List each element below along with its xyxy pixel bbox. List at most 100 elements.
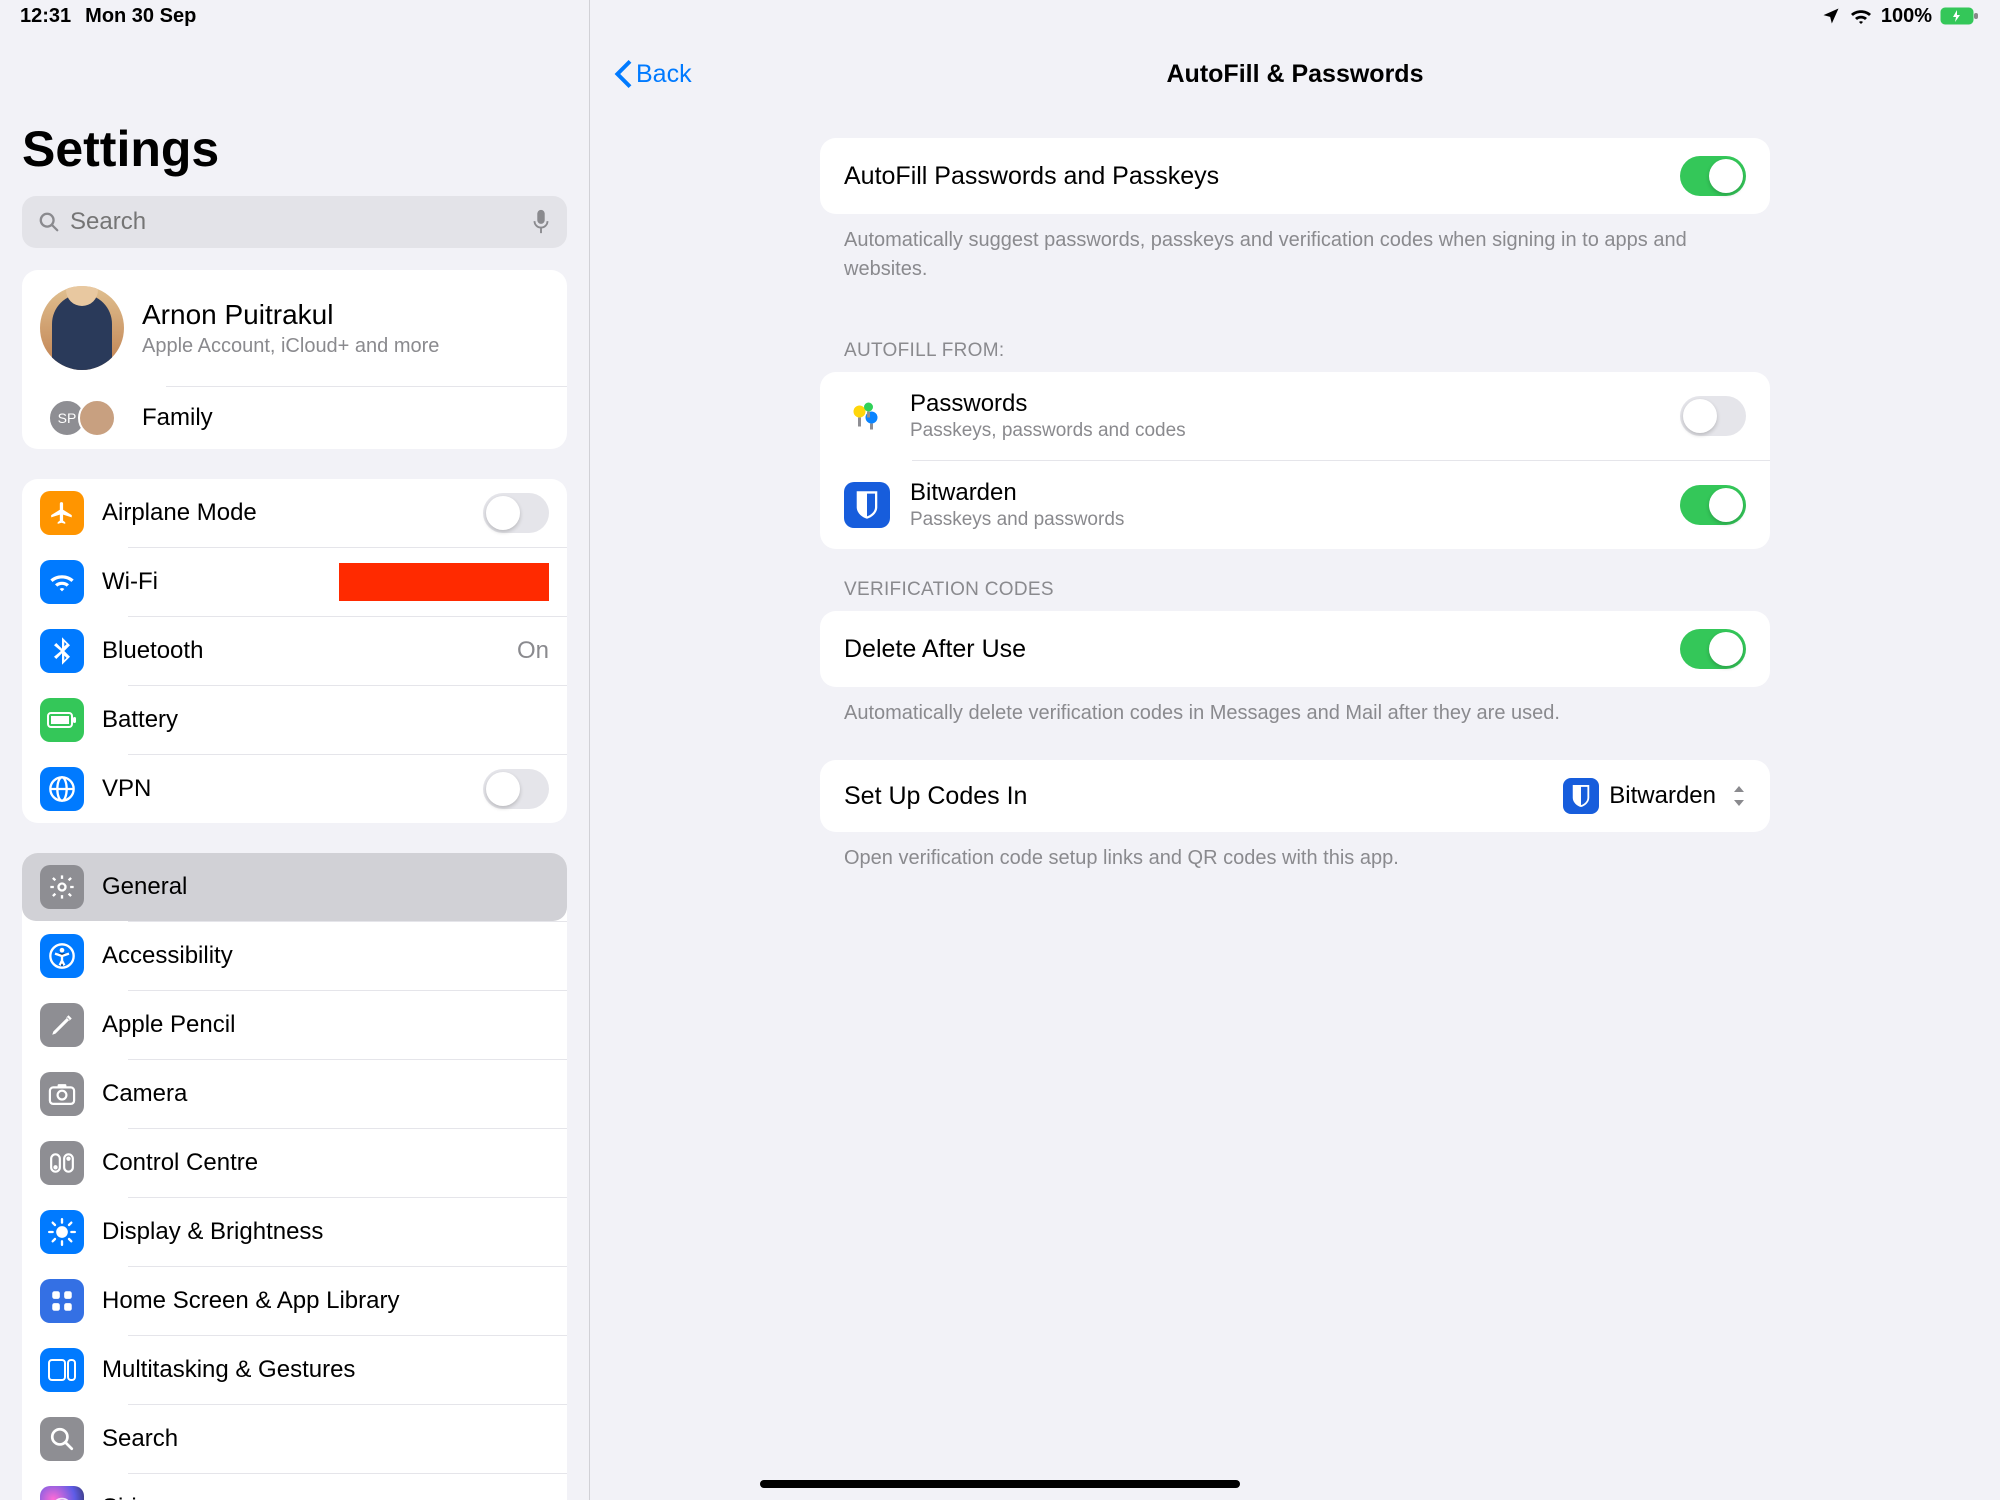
profile-group: Arnon Puitrakul Apple Account, iCloud+ a… bbox=[22, 270, 567, 449]
pencil-icon bbox=[40, 1003, 84, 1047]
page-title: AutoFill & Passwords bbox=[590, 60, 2000, 89]
vpn-switch[interactable] bbox=[483, 769, 549, 809]
general-group: General Accessibility Apple Pencil bbox=[22, 853, 567, 1500]
bitwarden-label: Bitwarden bbox=[910, 479, 1660, 507]
search-field[interactable] bbox=[70, 208, 521, 236]
sidebar-item-bluetooth[interactable]: Bluetooth On bbox=[22, 617, 567, 685]
delete-after-use-row[interactable]: Delete After Use bbox=[820, 611, 1770, 687]
setup-codes-group: Set Up Codes In Bitwarden bbox=[820, 760, 1770, 832]
battery-settings-icon bbox=[40, 698, 84, 742]
airplane-switch[interactable] bbox=[483, 493, 549, 533]
search-settings-icon bbox=[40, 1417, 84, 1461]
bluetooth-icon bbox=[40, 629, 84, 673]
bluetooth-value: On bbox=[517, 637, 549, 665]
sidebar-item-airplane[interactable]: Airplane Mode bbox=[22, 479, 567, 547]
airplane-label: Airplane Mode bbox=[102, 499, 465, 527]
wifi-label: Wi-Fi bbox=[102, 568, 321, 596]
wifi-value-redacted bbox=[339, 563, 549, 601]
mic-icon[interactable] bbox=[531, 209, 551, 235]
location-icon bbox=[1821, 6, 1841, 26]
sidebar-item-wifi[interactable]: Wi-Fi bbox=[22, 548, 567, 616]
passwords-switch[interactable] bbox=[1680, 396, 1746, 436]
autofill-from-header: AUTOFILL FROM: bbox=[820, 310, 1770, 372]
family-avatars: SP bbox=[40, 399, 124, 437]
delete-after-use-switch[interactable] bbox=[1680, 629, 1746, 669]
autofill-sources-group: Passwords Passkeys, passwords and codes … bbox=[820, 372, 1770, 549]
battery-label: Battery bbox=[102, 706, 549, 734]
delete-after-use-label: Delete After Use bbox=[844, 635, 1660, 664]
control-centre-label: Control Centre bbox=[102, 1149, 549, 1177]
sidebar-item-control-centre[interactable]: Control Centre bbox=[22, 1129, 567, 1197]
setup-codes-label: Set Up Codes In bbox=[844, 782, 1543, 811]
display-label: Display & Brightness bbox=[102, 1218, 549, 1246]
autofill-source-bitwarden[interactable]: Bitwarden Passkeys and passwords bbox=[820, 461, 1770, 549]
multitasking-label: Multitasking & Gestures bbox=[102, 1356, 549, 1384]
back-button[interactable]: Back bbox=[614, 60, 692, 89]
up-down-chevron-icon bbox=[1732, 786, 1746, 806]
avatar bbox=[40, 286, 124, 370]
sidebar-item-homescreen[interactable]: Home Screen & App Library bbox=[22, 1267, 567, 1335]
sidebar-item-display[interactable]: Display & Brightness bbox=[22, 1198, 567, 1266]
multitasking-icon bbox=[40, 1348, 84, 1392]
profile-sub: Apple Account, iCloud+ and more bbox=[142, 335, 549, 358]
settings-title: Settings bbox=[22, 120, 567, 178]
autofill-toggle-row[interactable]: AutoFill Passwords and Passkeys bbox=[820, 138, 1770, 214]
display-icon bbox=[40, 1210, 84, 1254]
battery-icon bbox=[1940, 6, 1980, 26]
passwords-app-icon bbox=[844, 393, 890, 439]
autofill-toggle-label: AutoFill Passwords and Passkeys bbox=[844, 162, 1660, 191]
settings-sidebar: Settings Arnon Puitrakul Apple Account, … bbox=[0, 0, 590, 1500]
camera-label: Camera bbox=[102, 1080, 549, 1108]
general-icon bbox=[40, 865, 84, 909]
setup-codes-app-icon bbox=[1563, 778, 1599, 814]
family-row[interactable]: SP Family bbox=[22, 387, 567, 449]
accessibility-label: Accessibility bbox=[102, 942, 549, 970]
wifi-status-icon bbox=[1849, 7, 1873, 25]
battery-percent: 100% bbox=[1881, 5, 1932, 28]
chevron-left-icon bbox=[614, 60, 632, 88]
setup-codes-footer: Open verification code setup links and Q… bbox=[820, 832, 1770, 899]
passwords-label: Passwords bbox=[910, 390, 1660, 418]
bitwarden-switch[interactable] bbox=[1680, 485, 1746, 525]
autofill-toggle-switch[interactable] bbox=[1680, 156, 1746, 196]
sidebar-item-search[interactable]: Search bbox=[22, 1405, 567, 1473]
vpn-icon bbox=[40, 767, 84, 811]
search-input[interactable] bbox=[22, 196, 567, 248]
sidebar-item-multitasking[interactable]: Multitasking & Gestures bbox=[22, 1336, 567, 1404]
bitwarden-icon bbox=[844, 482, 890, 528]
autofill-toggle-footer: Automatically suggest passwords, passkey… bbox=[820, 214, 1770, 310]
vpn-label: VPN bbox=[102, 775, 465, 803]
autofill-source-passwords[interactable]: Passwords Passkeys, passwords and codes bbox=[820, 372, 1770, 460]
delete-after-use-footer: Automatically delete verification codes … bbox=[820, 687, 1770, 754]
control-centre-icon bbox=[40, 1141, 84, 1185]
profile-row[interactable]: Arnon Puitrakul Apple Account, iCloud+ a… bbox=[22, 270, 567, 386]
nav-bar: Back AutoFill & Passwords bbox=[590, 50, 2000, 108]
status-date: Mon 30 Sep bbox=[85, 5, 196, 28]
sidebar-item-camera[interactable]: Camera bbox=[22, 1060, 567, 1128]
search-icon bbox=[38, 211, 60, 233]
profile-name: Arnon Puitrakul bbox=[142, 299, 549, 331]
accessibility-icon bbox=[40, 934, 84, 978]
homescreen-label: Home Screen & App Library bbox=[102, 1287, 549, 1315]
detail-pane: Back AutoFill & Passwords AutoFill Passw… bbox=[590, 0, 2000, 1500]
search-label: Search bbox=[102, 1425, 549, 1453]
sidebar-item-vpn[interactable]: VPN bbox=[22, 755, 567, 823]
sidebar-item-battery[interactable]: Battery bbox=[22, 686, 567, 754]
sidebar-item-apple-pencil[interactable]: Apple Pencil bbox=[22, 991, 567, 1059]
home-indicator[interactable] bbox=[760, 1480, 1240, 1488]
bitwarden-sub: Passkeys and passwords bbox=[910, 509, 1660, 531]
setup-codes-row[interactable]: Set Up Codes In Bitwarden bbox=[820, 760, 1770, 832]
wifi-icon bbox=[40, 560, 84, 604]
status-time: 12:31 bbox=[20, 5, 71, 28]
sidebar-item-general[interactable]: General bbox=[22, 853, 567, 921]
pencil-label: Apple Pencil bbox=[102, 1011, 549, 1039]
delete-after-use-group: Delete After Use bbox=[820, 611, 1770, 687]
verification-header: VERIFICATION CODES bbox=[820, 549, 1770, 611]
passwords-sub: Passkeys, passwords and codes bbox=[910, 420, 1660, 442]
sidebar-item-siri[interactable]: Siri bbox=[22, 1474, 567, 1500]
general-label: General bbox=[102, 873, 549, 901]
siri-label: Siri bbox=[102, 1494, 549, 1500]
setup-codes-value: Bitwarden bbox=[1609, 782, 1716, 810]
family-badge-2 bbox=[78, 399, 116, 437]
sidebar-item-accessibility[interactable]: Accessibility bbox=[22, 922, 567, 990]
